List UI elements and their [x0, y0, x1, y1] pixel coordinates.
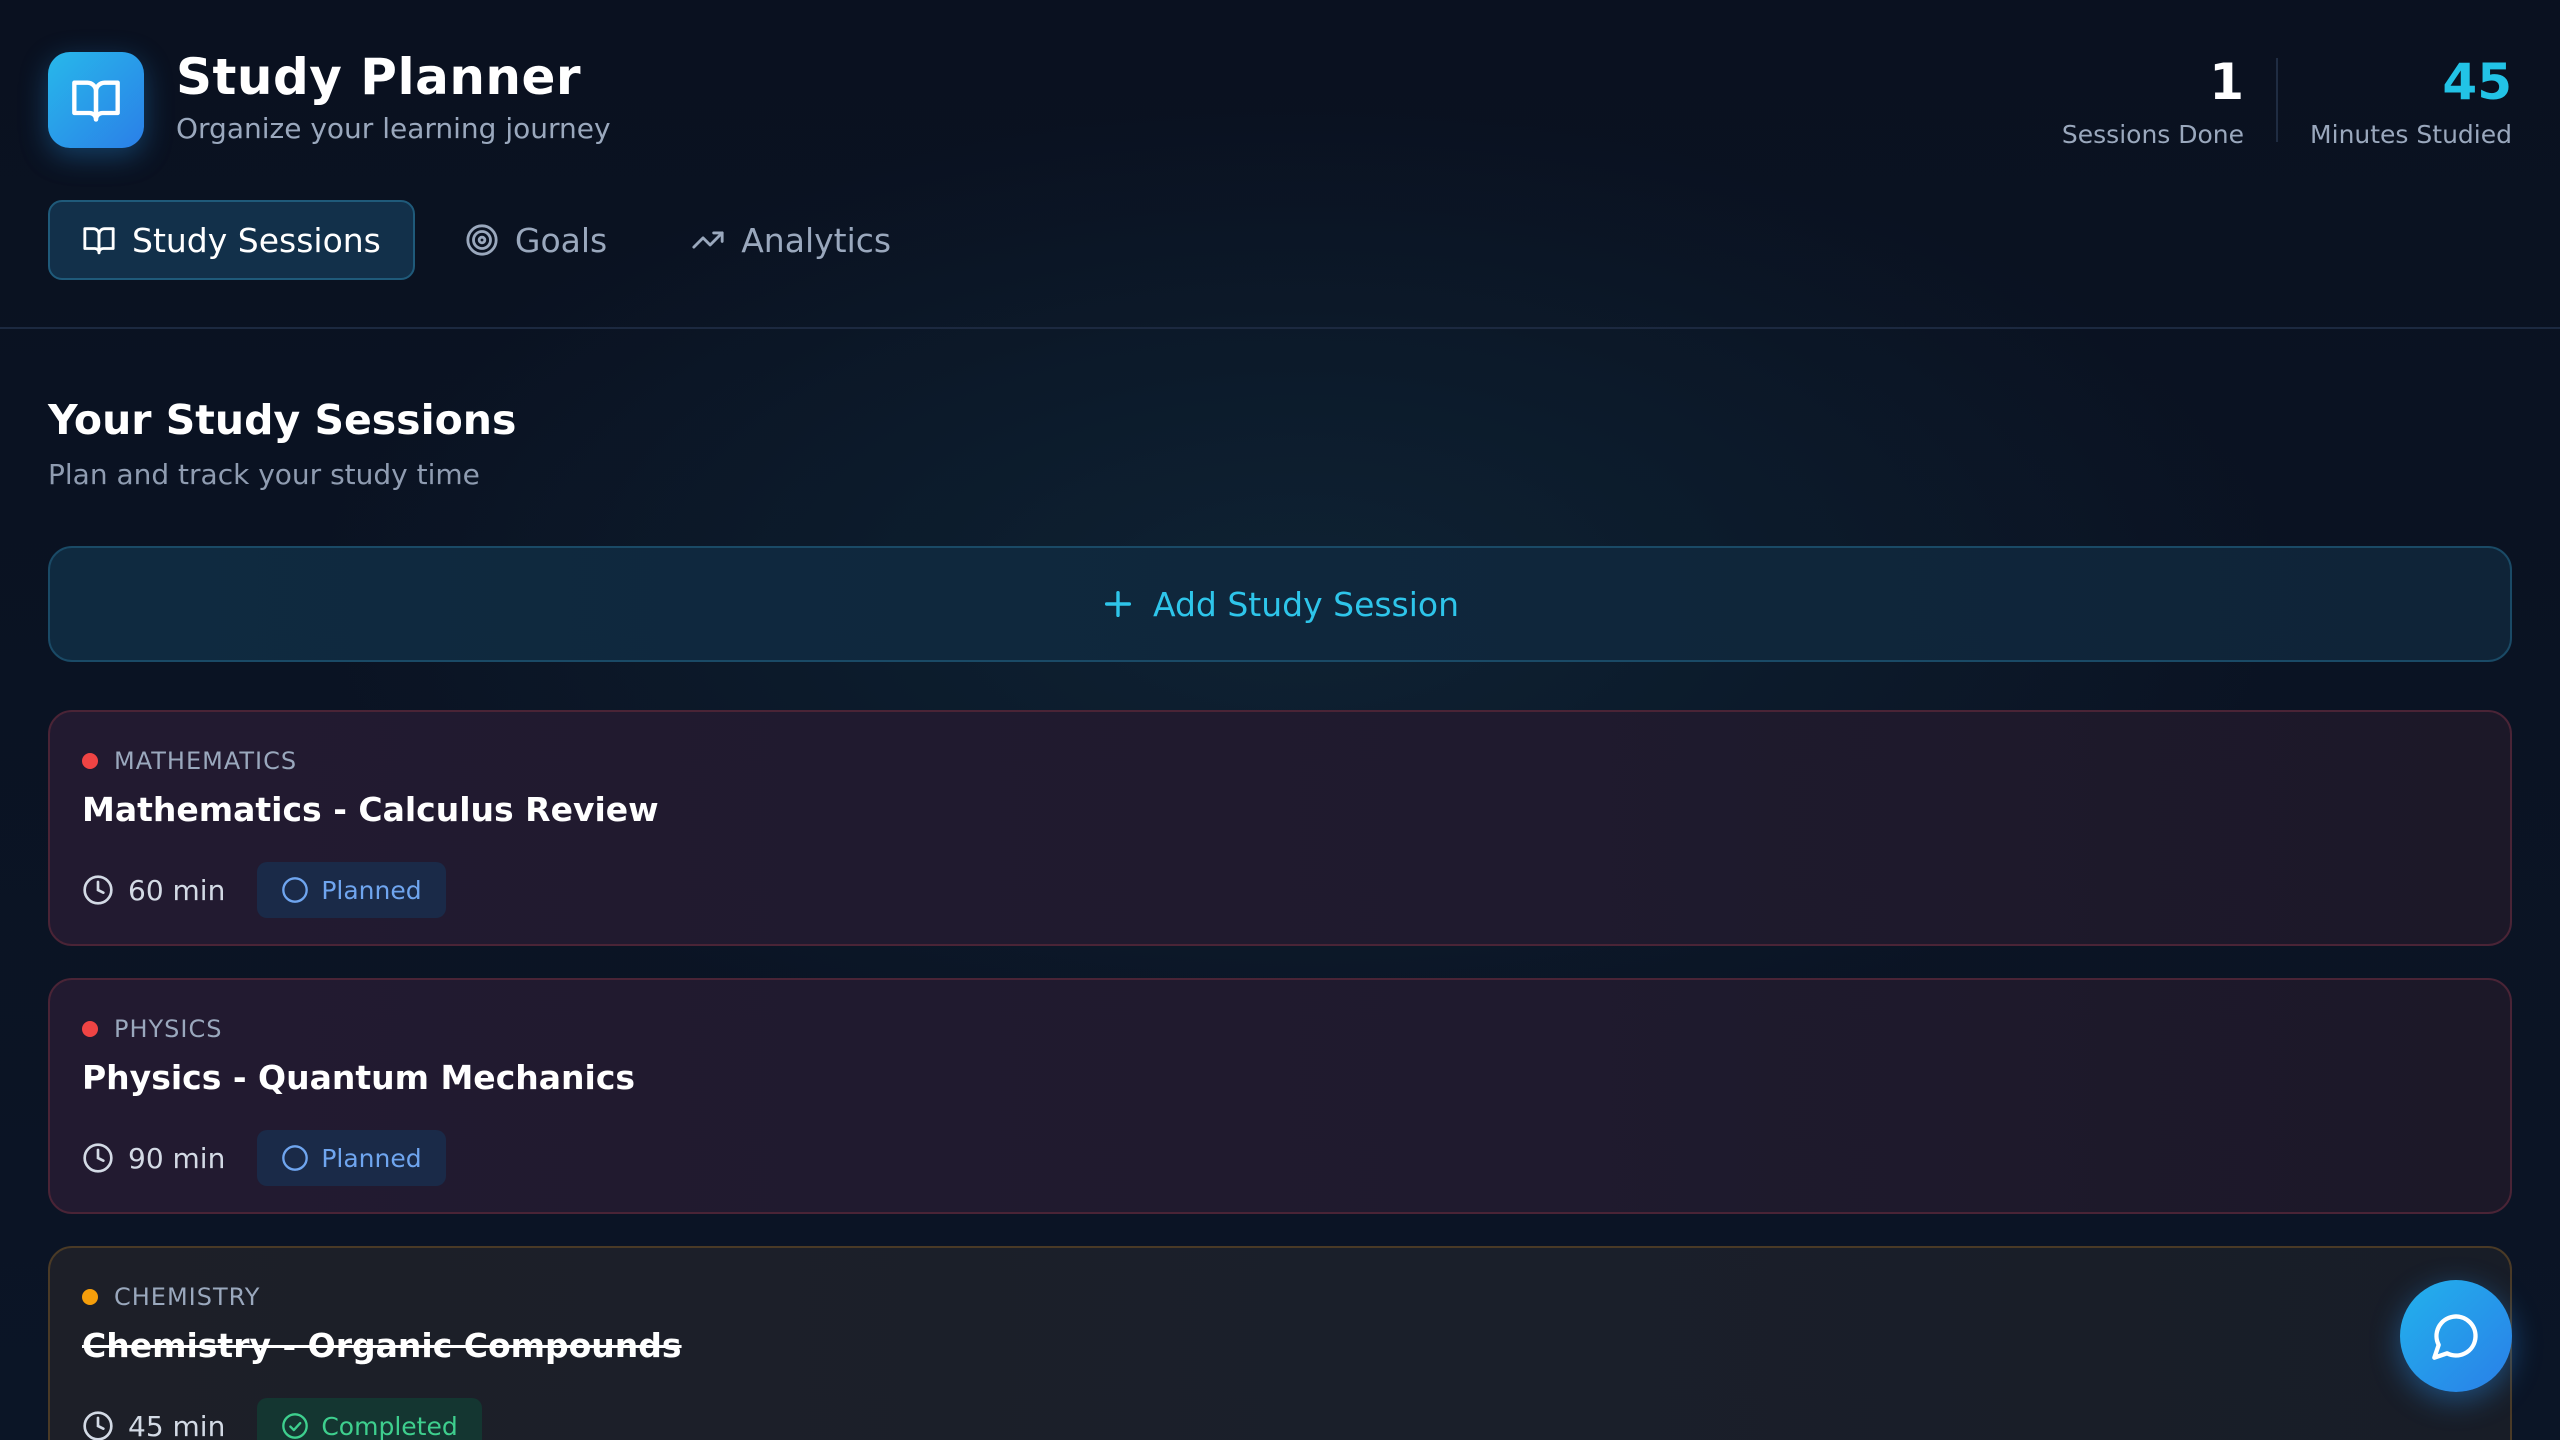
app-title: Study Planner [176, 48, 582, 106]
stat-divider [2276, 58, 2279, 142]
session-card[interactable]: CHEMISTRY Chemistry - Organic Compounds … [48, 1246, 2512, 1440]
message-circle-icon [2432, 1314, 2478, 1360]
session-card[interactable]: MATHEMATICS Mathematics - Calculus Revie… [48, 710, 2512, 946]
stat-value: 45 [2442, 53, 2512, 111]
check-circle-icon [282, 1413, 309, 1439]
stat-label: Sessions Done [2061, 120, 2245, 149]
add-study-session-button[interactable]: Add Study Session [48, 546, 2512, 662]
app-header: Study Planner Organize your learning jou… [0, 0, 2560, 329]
clock-icon [83, 875, 113, 905]
stat-value: 1 [2209, 53, 2245, 111]
duration-text: 90 min [128, 1141, 226, 1175]
tab-label: Goals [514, 220, 608, 260]
tab-analytics[interactable]: Analytics [657, 200, 925, 280]
book-open-icon [83, 227, 115, 255]
duration-text: 45 min [128, 1409, 226, 1440]
session-duration: 45 min [82, 1410, 225, 1440]
status-text: Completed [321, 1411, 458, 1440]
plus-icon [1104, 590, 1132, 618]
circle-icon [282, 877, 309, 903]
circle-icon [282, 1145, 309, 1171]
session-category: PHYSICS [82, 1014, 2478, 1044]
book-open-icon [72, 80, 120, 122]
status-badge[interactable]: Planned [257, 1130, 446, 1186]
session-duration: 90 min [82, 1142, 225, 1175]
category-label: MATHEMATICS [114, 747, 298, 775]
tab-label: Analytics [741, 220, 892, 260]
category-label: PHYSICS [114, 1015, 223, 1043]
page-title: Your Study Sessions [48, 396, 517, 444]
stats-summary: 1 Sessions Done 45 Minutes Studied [2061, 52, 2512, 149]
session-meta: 90 min Planned [82, 1130, 2478, 1186]
app-subtitle: Organize your learning journey [176, 112, 611, 145]
target-icon [466, 224, 498, 256]
duration-text: 60 min [128, 873, 226, 907]
main-tabs: Study Sessions Goals Analytics [48, 200, 925, 280]
session-duration: 60 min [82, 874, 225, 907]
page-subtitle: Plan and track your study time [48, 458, 480, 491]
category-dot [82, 753, 98, 769]
status-text: Planned [321, 875, 422, 905]
session-card[interactable]: PHYSICS Physics - Quantum Mechanics 90 m… [48, 978, 2512, 1214]
session-meta: 45 min Completed [82, 1398, 2478, 1440]
stat-minutes-studied: 45 Minutes Studied [2310, 52, 2512, 149]
session-category: CHEMISTRY [82, 1282, 2478, 1312]
session-title: Mathematics - Calculus Review [82, 790, 659, 829]
stat-sessions-done: 1 Sessions Done [2061, 52, 2245, 149]
category-label: CHEMISTRY [114, 1283, 261, 1311]
add-button-label: Add Study Session [1152, 584, 1460, 624]
clock-icon [83, 1143, 113, 1173]
session-category: MATHEMATICS [82, 746, 2478, 776]
session-meta: 60 min Planned [82, 862, 2478, 918]
app-logo [48, 52, 144, 148]
category-dot [82, 1289, 98, 1305]
tab-label: Study Sessions [132, 220, 381, 260]
chat-button[interactable] [2400, 1280, 2512, 1392]
trending-up-icon [692, 231, 724, 249]
tab-study-sessions[interactable]: Study Sessions [48, 200, 415, 280]
session-title: Chemistry - Organic Compounds [82, 1326, 682, 1365]
stat-label: Minutes Studied [2310, 120, 2512, 149]
session-title: Physics - Quantum Mechanics [82, 1058, 636, 1097]
status-badge[interactable]: Completed [257, 1398, 482, 1440]
status-text: Planned [321, 1143, 422, 1173]
category-dot [82, 1021, 98, 1037]
clock-icon [83, 1411, 113, 1440]
status-badge[interactable]: Planned [257, 862, 446, 918]
tab-goals[interactable]: Goals [431, 200, 641, 280]
